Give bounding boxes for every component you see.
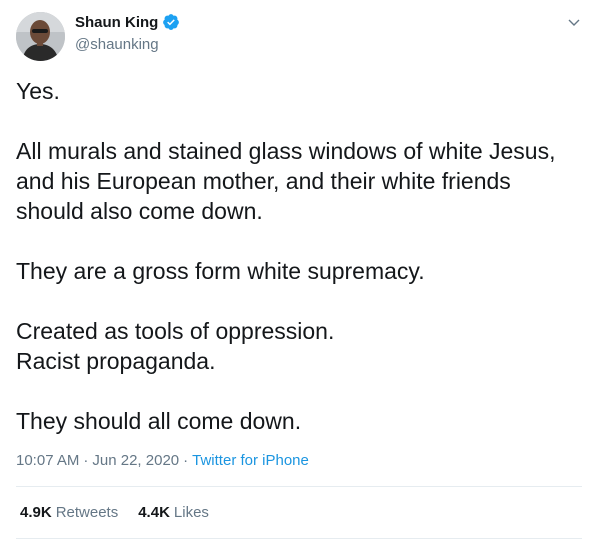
tweet-line: Created as tools of oppression. xyxy=(16,318,335,344)
tweet-paragraph: Yes. xyxy=(16,76,576,106)
tweet-line: should also come down. xyxy=(16,198,263,224)
divider xyxy=(16,486,582,487)
likes-stat[interactable]: 4.4K Likes xyxy=(138,504,209,521)
tweet-stats: 4.9K Retweets 4.4K Likes xyxy=(20,504,209,521)
tweet-text: Yes. All murals and stained glass window… xyxy=(16,76,576,436)
avatar-image xyxy=(16,12,65,61)
tweet-line: All murals and stained glass windows of … xyxy=(16,138,556,164)
retweets-count: 4.9K xyxy=(20,504,52,521)
likes-label: Likes xyxy=(173,504,209,521)
tweet-line: They should all come down. xyxy=(16,408,302,434)
tweet-meta: 10:07 AM · Jun 22, 2020 · Twitter for iP… xyxy=(16,452,309,469)
tweet-line: and his European mother, and their white… xyxy=(16,168,511,194)
meta-separator: · xyxy=(183,452,189,469)
retweets-stat[interactable]: 4.9K Retweets xyxy=(20,504,118,521)
tweet-date[interactable]: Jun 22, 2020 xyxy=(92,452,179,469)
avatar[interactable] xyxy=(16,12,65,61)
tweet-time[interactable]: 10:07 AM xyxy=(16,452,79,469)
tweet-paragraph: They are a gross form white supremacy. xyxy=(16,256,576,286)
author-display-name[interactable]: Shaun King xyxy=(75,14,158,31)
tweet-source-link[interactable]: Twitter for iPhone xyxy=(192,452,309,469)
chevron-down-icon[interactable] xyxy=(566,14,582,30)
retweets-label: Retweets xyxy=(55,504,119,521)
likes-count: 4.4K xyxy=(138,504,170,521)
tweet-paragraph: Created as tools of oppression. Racist p… xyxy=(16,316,576,376)
meta-separator: · xyxy=(83,452,89,469)
tweet-line: Yes. xyxy=(16,78,60,104)
author-name-row: Shaun King xyxy=(75,13,180,31)
author-handle[interactable]: @shaunking xyxy=(75,36,159,53)
tweet-line: They are a gross form white supremacy. xyxy=(16,258,425,284)
divider xyxy=(16,538,582,539)
tweet-line: Racist propaganda. xyxy=(16,348,216,374)
verified-badge-icon xyxy=(162,13,180,31)
tweet-card: Shaun King @shaunking Yes. All murals an… xyxy=(0,0,598,540)
tweet-paragraph: They should all come down. xyxy=(16,406,576,436)
tweet-paragraph: All murals and stained glass windows of … xyxy=(16,136,576,226)
